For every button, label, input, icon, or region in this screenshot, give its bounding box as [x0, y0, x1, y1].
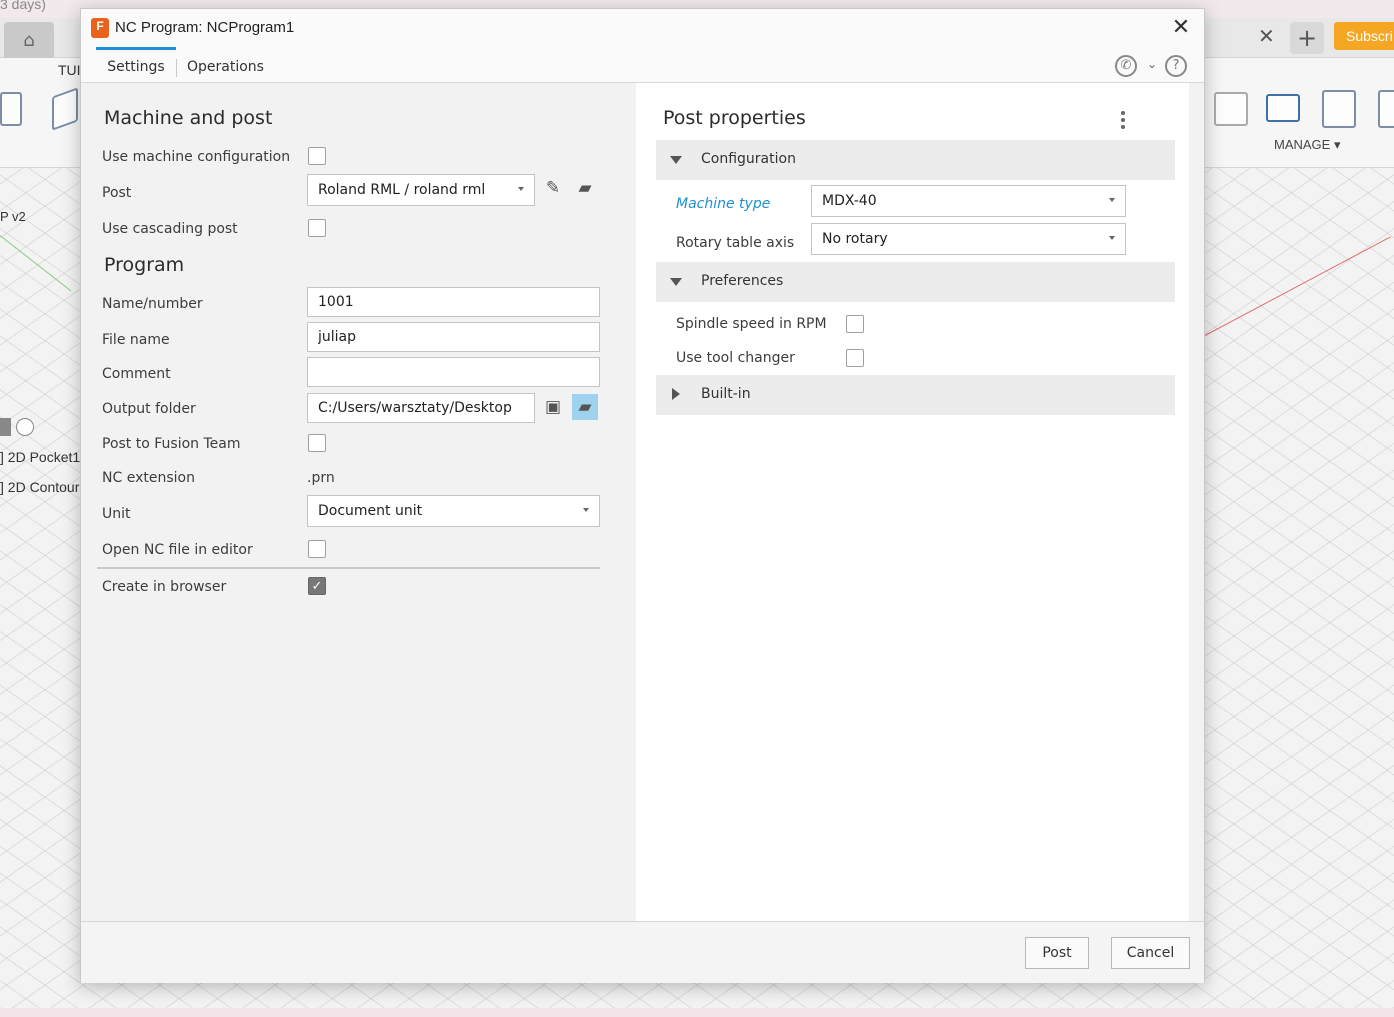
create-in-browser-label: Create in browser: [102, 579, 227, 595]
settings-panel: Machine and post Use machine configurati…: [81, 83, 636, 921]
tool-changer-label: Use tool changer: [676, 350, 795, 366]
os-bottom-strip: [0, 1008, 1394, 1017]
comment-label: Comment: [102, 366, 171, 382]
browser-version: P v2: [0, 209, 26, 224]
name-number-label: Name/number: [102, 296, 203, 312]
manage-menu[interactable]: MANAGE ▾: [1274, 137, 1340, 153]
browser-toggle[interactable]: [0, 418, 11, 436]
post-to-fusion-label: Post to Fusion Team: [102, 436, 241, 452]
open-nc-label: Open NC file in editor: [102, 542, 253, 558]
expand-triangle-icon: [670, 156, 682, 164]
machine-type-value: MDX-40: [822, 193, 877, 209]
nc-extension-label: NC extension: [102, 470, 195, 486]
unit-select-value: Document unit: [318, 503, 423, 519]
open-post-folder-icon[interactable]: ▰: [572, 175, 598, 201]
program-section-title: Program: [104, 254, 185, 276]
output-folder-label: Output folder: [102, 401, 196, 417]
rotary-axis-value: No rotary: [822, 231, 888, 247]
home-icon[interactable]: ⌂: [4, 22, 54, 58]
collapse-triangle-icon: [672, 388, 680, 400]
tool-changer-checkbox[interactable]: [846, 349, 864, 367]
unit-label: Unit: [102, 506, 131, 522]
tab-settings[interactable]: Settings: [96, 47, 176, 83]
phone-icon[interactable]: ✆: [1115, 55, 1137, 77]
dialog-titlebar: F NC Program: NCProgram1 ✕: [81, 9, 1204, 47]
more-options-icon[interactable]: [1121, 111, 1127, 133]
ribbon-setup-icon[interactable]: [0, 92, 22, 126]
preferences-group[interactable]: Preferences: [656, 262, 1175, 302]
browse-folder-icon[interactable]: ▣: [540, 394, 566, 420]
file-name-label: File name: [102, 332, 170, 348]
use-machine-config-label: Use machine configuration: [102, 149, 291, 165]
ribbon-nc-program-icon[interactable]: [1322, 90, 1356, 128]
caret-icon: [1109, 198, 1115, 202]
dialog-title: NC Program: NCProgram1: [115, 19, 295, 36]
help-icon[interactable]: ?: [1165, 55, 1187, 77]
configuration-label: Configuration: [701, 151, 796, 167]
tab-separator: [176, 59, 177, 77]
post-to-fusion-checkbox[interactable]: [308, 434, 326, 452]
post-properties-title: Post properties: [663, 107, 806, 129]
new-tab-icon[interactable]: +: [1290, 22, 1324, 54]
machine-type-label: Machine type: [676, 196, 771, 212]
ribbon-tool-library-icon[interactable]: [1214, 92, 1248, 126]
trial-hint: 3 days): [0, 0, 46, 12]
spindle-rpm-checkbox[interactable]: [846, 315, 864, 333]
post-select-value: Roland RML / roland rml: [318, 182, 486, 198]
edit-post-pencil-icon[interactable]: ✎: [540, 175, 566, 201]
radio-icon[interactable]: [16, 418, 34, 436]
machine-type-select[interactable]: MDX-40: [811, 185, 1126, 217]
configuration-group[interactable]: Configuration: [656, 140, 1175, 180]
nc-program-dialog: F NC Program: NCProgram1 ✕ Settings Oper…: [80, 8, 1205, 983]
builtin-group[interactable]: Built-in: [656, 375, 1175, 415]
builtin-label: Built-in: [701, 386, 751, 402]
post-properties-panel: Post properties Configuration Machine ty…: [636, 83, 1189, 921]
rotary-axis-select[interactable]: No rotary: [811, 223, 1126, 255]
subscribe-button[interactable]: Subscri: [1334, 22, 1394, 50]
post-select[interactable]: Roland RML / roland rml: [307, 174, 535, 206]
create-in-browser-checkbox[interactable]: ✓: [308, 577, 326, 595]
open-folder-icon[interactable]: ▰: [572, 394, 598, 420]
settings-divider: [97, 567, 600, 569]
caret-icon: [518, 187, 524, 191]
file-name-input[interactable]: [307, 322, 600, 352]
use-cascading-label: Use cascading post: [102, 221, 238, 237]
post-label: Post: [102, 185, 132, 201]
post-button[interactable]: Post: [1025, 937, 1089, 969]
close-dialog-button[interactable]: ✕: [1168, 15, 1194, 41]
ribbon-tab-partial[interactable]: TUI: [58, 62, 81, 78]
machine-section-title: Machine and post: [104, 107, 273, 129]
caret-icon: [1109, 236, 1115, 240]
use-machine-config-checkbox[interactable]: [308, 147, 326, 165]
dialog-footer: Post Cancel: [81, 921, 1204, 983]
dialog-tab-bar: Settings Operations ✆ ⌄ ?: [81, 47, 1204, 83]
tab-operations[interactable]: Operations: [187, 47, 264, 83]
ribbon-post-icon[interactable]: [1378, 90, 1394, 128]
open-nc-checkbox[interactable]: [308, 540, 326, 558]
comment-input[interactable]: [307, 357, 600, 387]
name-number-input[interactable]: [307, 287, 600, 317]
ribbon-machine-icon[interactable]: [1266, 94, 1300, 122]
chevron-down-icon[interactable]: ⌄: [1147, 57, 1157, 71]
unit-select[interactable]: Document unit: [307, 495, 600, 527]
browser-item[interactable]: ] 2D Contour: [0, 479, 79, 495]
browser-item[interactable]: ] 2D Pocket1: [0, 449, 80, 465]
cancel-button[interactable]: Cancel: [1111, 937, 1190, 969]
spindle-rpm-label: Spindle speed in RPM: [676, 316, 827, 332]
nc-extension-value: .prn: [307, 470, 335, 486]
rotary-axis-label: Rotary table axis: [676, 235, 795, 251]
caret-icon: [583, 508, 589, 512]
output-folder-input[interactable]: [307, 393, 535, 423]
preferences-label: Preferences: [701, 273, 784, 289]
fusion-app-icon: F: [91, 18, 109, 38]
use-cascading-checkbox[interactable]: [308, 219, 326, 237]
expand-triangle-icon: [670, 278, 682, 286]
close-tab-icon[interactable]: ✕: [1258, 24, 1275, 48]
